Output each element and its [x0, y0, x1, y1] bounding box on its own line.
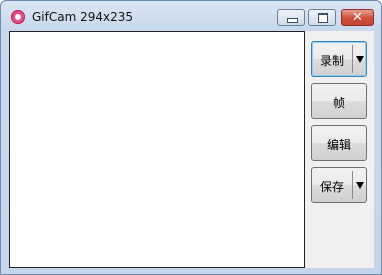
client-area: 录制 帧 编辑 保存: [9, 31, 374, 268]
minimize-icon: [287, 18, 298, 23]
gifcam-app-icon: [11, 10, 25, 24]
edit-label: 编辑: [326, 138, 351, 152]
close-icon: ✕: [352, 10, 363, 25]
maximize-icon: [318, 13, 328, 23]
frame-button[interactable]: 帧: [311, 83, 367, 119]
save-dropdown-arrow-icon[interactable]: [356, 182, 364, 189]
save-label: 保存: [319, 180, 344, 194]
edit-button[interactable]: 编辑: [311, 125, 367, 161]
record-button[interactable]: 录制: [311, 41, 367, 77]
frame-label: 帧: [332, 96, 345, 110]
record-label: 录制: [319, 54, 344, 68]
capture-area[interactable]: [9, 31, 305, 268]
window-title: GifCam 294x235: [32, 10, 134, 24]
app-window: GifCam 294x235 ✕ 录制 帧 编辑 保存: [0, 0, 382, 275]
close-button[interactable]: ✕: [341, 9, 374, 26]
maximize-button[interactable]: [308, 9, 336, 26]
minimize-button[interactable]: [277, 9, 305, 26]
record-split-divider: [352, 45, 353, 73]
record-dropdown-arrow-icon[interactable]: [356, 56, 364, 63]
save-button[interactable]: 保存: [311, 167, 367, 203]
title-bar[interactable]: GifCam 294x235 ✕: [1, 1, 381, 31]
save-split-divider: [352, 171, 353, 199]
